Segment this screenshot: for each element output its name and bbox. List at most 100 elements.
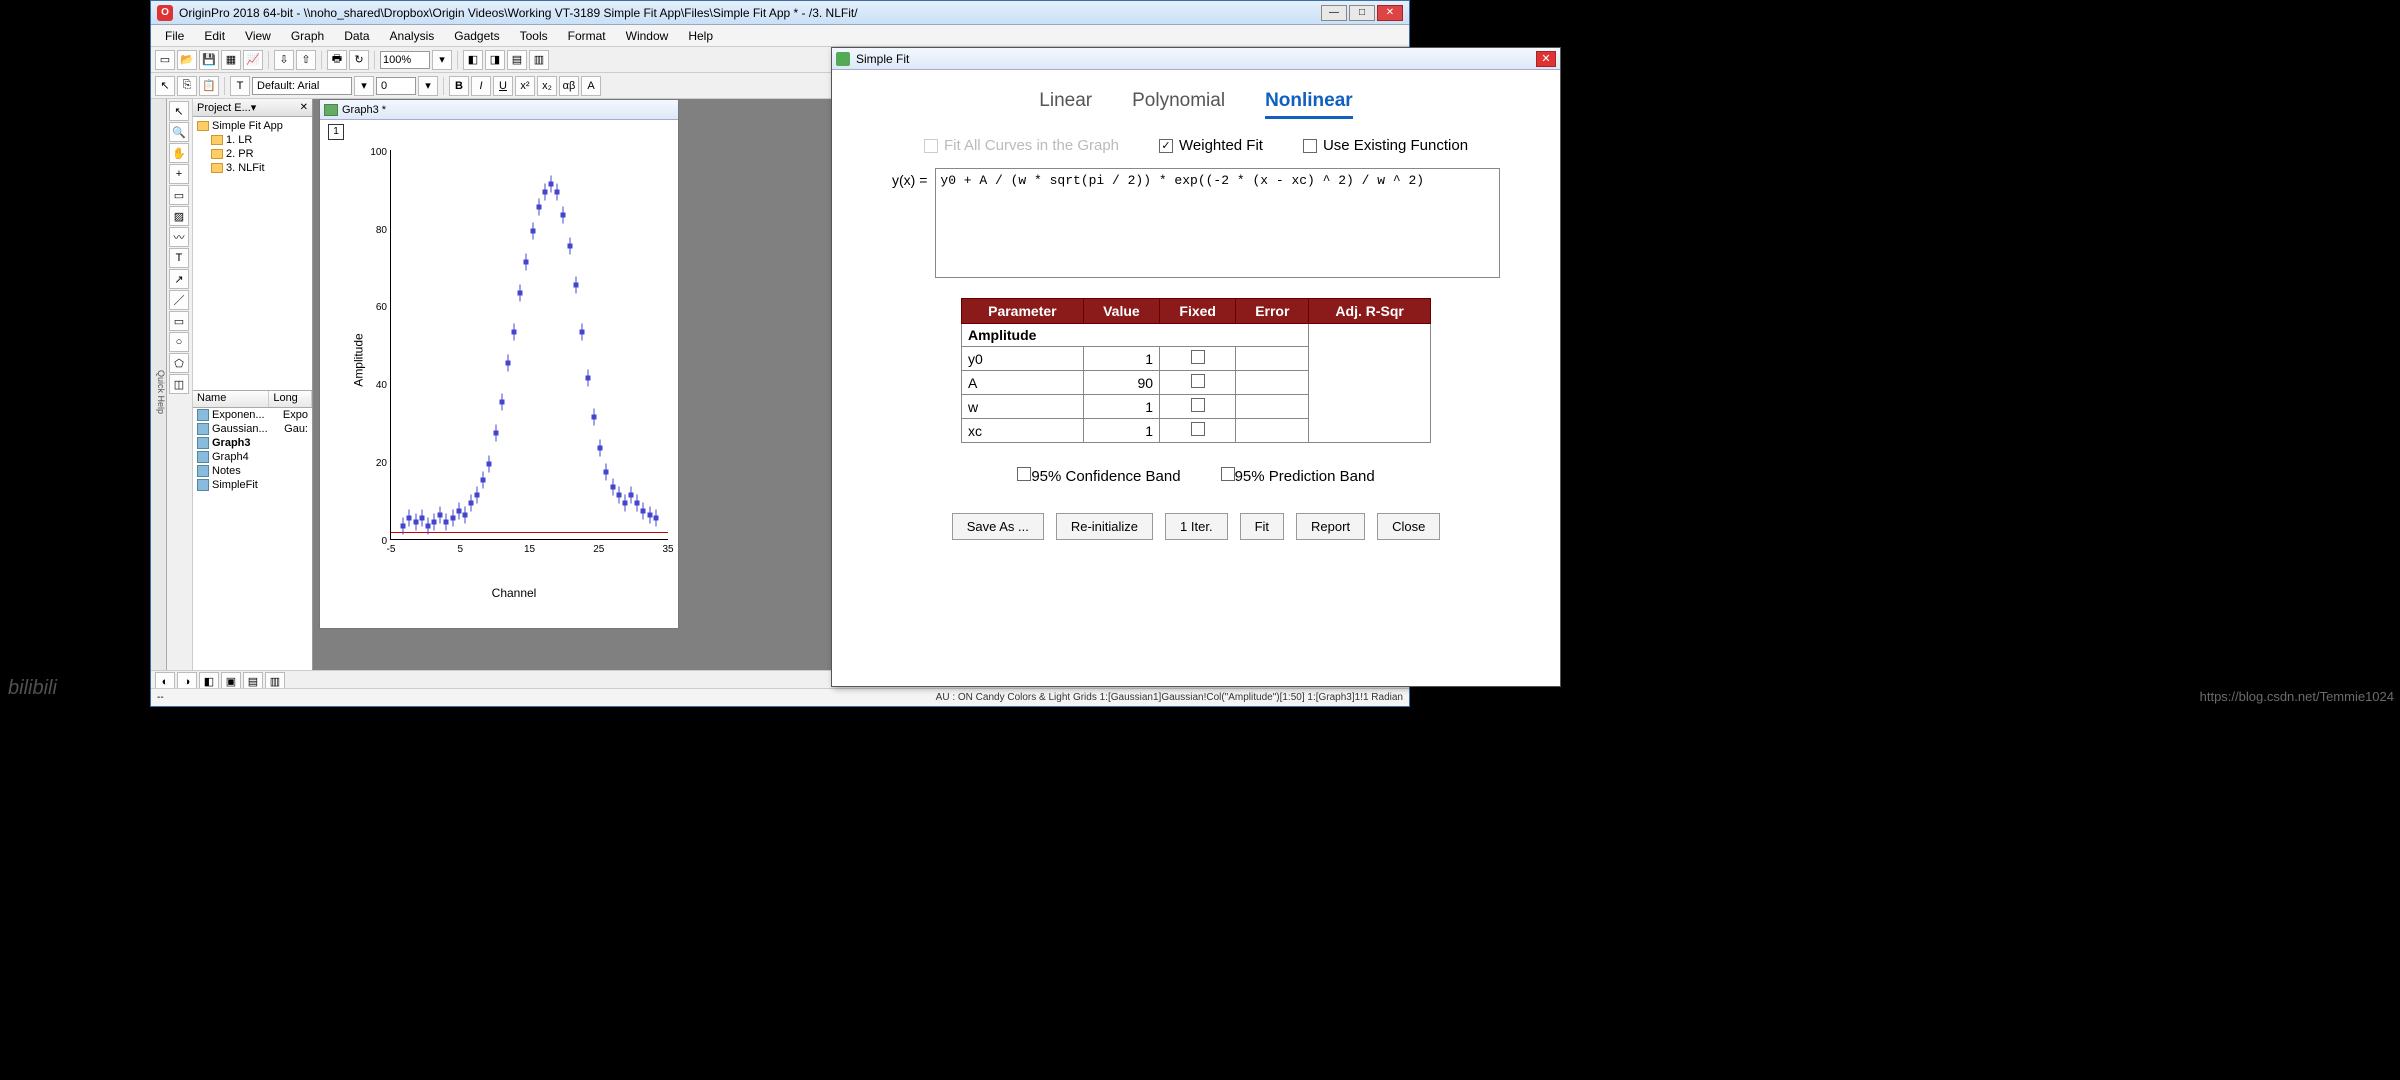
folder-tree[interactable]: Simple Fit App 1. LR 2. PR 3. NLFit — [193, 117, 312, 390]
superscript-icon[interactable]: x² — [515, 76, 535, 96]
list-item[interactable]: SimpleFit — [193, 478, 312, 492]
graph-window[interactable]: Graph3 * 1 Amplitude Channel 02040608010… — [319, 99, 679, 629]
list-item[interactable]: Graph4 — [193, 450, 312, 464]
rect-icon[interactable]: ▭ — [169, 311, 189, 331]
refresh-icon[interactable]: ↻ — [349, 50, 369, 70]
zoom-combo[interactable] — [380, 51, 430, 69]
fixed-checkbox[interactable] — [1191, 398, 1205, 412]
formula-input[interactable] — [935, 168, 1500, 278]
data-reader-icon[interactable]: + — [169, 164, 189, 184]
tab-polynomial[interactable]: Polynomial — [1132, 90, 1225, 119]
value-cell[interactable]: 1 — [1083, 419, 1159, 443]
fontsize-combo[interactable] — [376, 77, 416, 95]
reinitialize-button[interactable]: Re-initialize — [1056, 513, 1153, 540]
tab-nonlinear[interactable]: Nonlinear — [1265, 90, 1353, 119]
circle-icon[interactable]: ○ — [169, 332, 189, 352]
new-graph-icon[interactable]: 📈 — [243, 50, 263, 70]
checkbox-icon[interactable] — [1017, 467, 1031, 481]
new-project-icon[interactable]: ▭ — [155, 50, 175, 70]
menu-tools[interactable]: Tools — [512, 27, 556, 45]
export-icon[interactable]: ⇧ — [296, 50, 316, 70]
col-long[interactable]: Long — [269, 391, 312, 407]
tree-item[interactable]: 2. PR — [209, 147, 310, 161]
list-item[interactable]: Notes — [193, 464, 312, 478]
text-tool-icon[interactable]: T — [230, 76, 250, 96]
import-icon[interactable]: ⇩ — [274, 50, 294, 70]
menu-analysis[interactable]: Analysis — [382, 27, 443, 45]
menu-edit[interactable]: Edit — [196, 27, 233, 45]
select-tool-icon[interactable]: ↖ — [169, 101, 189, 121]
opt-conf-band[interactable]: 95% Confidence Band — [1017, 467, 1180, 485]
zoom-tool-icon[interactable]: 🔍 — [169, 122, 189, 142]
font-dropdown-icon[interactable]: ▾ — [354, 76, 374, 96]
close-dialog-button[interactable]: Close — [1377, 513, 1440, 540]
menu-graph[interactable]: Graph — [283, 27, 332, 45]
tab-linear[interactable]: Linear — [1039, 90, 1092, 119]
dialog-close-button[interactable]: ✕ — [1536, 51, 1556, 67]
zoom-dropdown-icon[interactable]: ▾ — [432, 50, 452, 70]
tb-icon-c[interactable]: ▤ — [507, 50, 527, 70]
checkbox-icon[interactable] — [1159, 139, 1173, 153]
menu-window[interactable]: Window — [618, 27, 677, 45]
file-list[interactable]: Exponen...Expo Gaussian...Gau: Graph3 Gr… — [193, 408, 312, 677]
arrow-icon[interactable]: ↗ — [169, 269, 189, 289]
font-combo[interactable] — [252, 77, 352, 95]
checkbox-icon[interactable] — [1221, 467, 1235, 481]
save-as-button[interactable]: Save As ... — [952, 513, 1044, 540]
graph-window-titlebar[interactable]: Graph3 * — [320, 100, 678, 120]
font-color-icon[interactable]: A — [581, 76, 601, 96]
tree-root[interactable]: Simple Fit App — [195, 119, 310, 133]
checkbox-icon[interactable] — [1303, 139, 1317, 153]
tree-item-active[interactable]: 3. NLFit — [209, 161, 310, 175]
value-cell[interactable]: 1 — [1083, 395, 1159, 419]
one-iter-button[interactable]: 1 Iter. — [1165, 513, 1228, 540]
tree-item[interactable]: 1. LR — [209, 133, 310, 147]
line-icon[interactable]: ／ — [169, 290, 189, 310]
menu-view[interactable]: View — [237, 27, 279, 45]
subscript-icon[interactable]: x₂ — [537, 76, 557, 96]
col-name[interactable]: Name — [193, 391, 269, 407]
tb-icon-b[interactable]: ◨ — [485, 50, 505, 70]
list-item-active[interactable]: Graph3 — [193, 436, 312, 450]
size-dropdown-icon[interactable]: ▾ — [418, 76, 438, 96]
dialog-titlebar[interactable]: Simple Fit ✕ — [832, 48, 1560, 70]
mask-tool-icon[interactable]: ▨ — [169, 206, 189, 226]
panel-close-icon[interactable]: ✕ — [300, 102, 308, 113]
opt-weighted[interactable]: Weighted Fit — [1159, 137, 1263, 154]
pan-tool-icon[interactable]: ✋ — [169, 143, 189, 163]
opt-use-existing[interactable]: Use Existing Function — [1303, 137, 1468, 154]
side-tab-quickhelp[interactable]: Quick Help — [151, 99, 167, 676]
fixed-checkbox[interactable] — [1191, 422, 1205, 436]
close-button[interactable]: ✕ — [1377, 5, 1403, 21]
fit-button[interactable]: Fit — [1240, 513, 1284, 540]
open-icon[interactable]: 📂 — [177, 50, 197, 70]
plot-area[interactable]: Amplitude Channel 020406080100-55152535 — [360, 150, 668, 570]
value-cell[interactable]: 1 — [1083, 347, 1159, 371]
region-icon[interactable]: ◫ — [169, 374, 189, 394]
paste-icon[interactable]: 📋 — [199, 76, 219, 96]
tb-icon-d[interactable]: ▥ — [529, 50, 549, 70]
menu-data[interactable]: Data — [336, 27, 377, 45]
bold-icon[interactable]: B — [449, 76, 469, 96]
polygon-icon[interactable]: ⬠ — [169, 353, 189, 373]
menu-help[interactable]: Help — [680, 27, 721, 45]
opt-pred-band[interactable]: 95% Prediction Band — [1221, 467, 1375, 485]
tb-icon-a[interactable]: ◧ — [463, 50, 483, 70]
menu-gadgets[interactable]: Gadgets — [446, 27, 507, 45]
copy-icon[interactable]: ⎘ — [177, 76, 197, 96]
maximize-button[interactable]: □ — [1349, 5, 1375, 21]
report-button[interactable]: Report — [1296, 513, 1365, 540]
list-item[interactable]: Exponen...Expo — [193, 408, 312, 422]
region-tool-icon[interactable]: ▭ — [169, 185, 189, 205]
save-icon[interactable]: 💾 — [199, 50, 219, 70]
panel-dropdown-icon[interactable]: ▾ — [251, 101, 257, 114]
menu-file[interactable]: File — [157, 27, 192, 45]
text-icon[interactable]: T — [169, 248, 189, 268]
fixed-checkbox[interactable] — [1191, 374, 1205, 388]
value-cell[interactable]: 90 — [1083, 371, 1159, 395]
greek-icon[interactable]: αβ — [559, 76, 579, 96]
list-item[interactable]: Gaussian...Gau: — [193, 422, 312, 436]
italic-icon[interactable]: I — [471, 76, 491, 96]
underline-icon[interactable]: U — [493, 76, 513, 96]
layer-button[interactable]: 1 — [328, 124, 344, 140]
